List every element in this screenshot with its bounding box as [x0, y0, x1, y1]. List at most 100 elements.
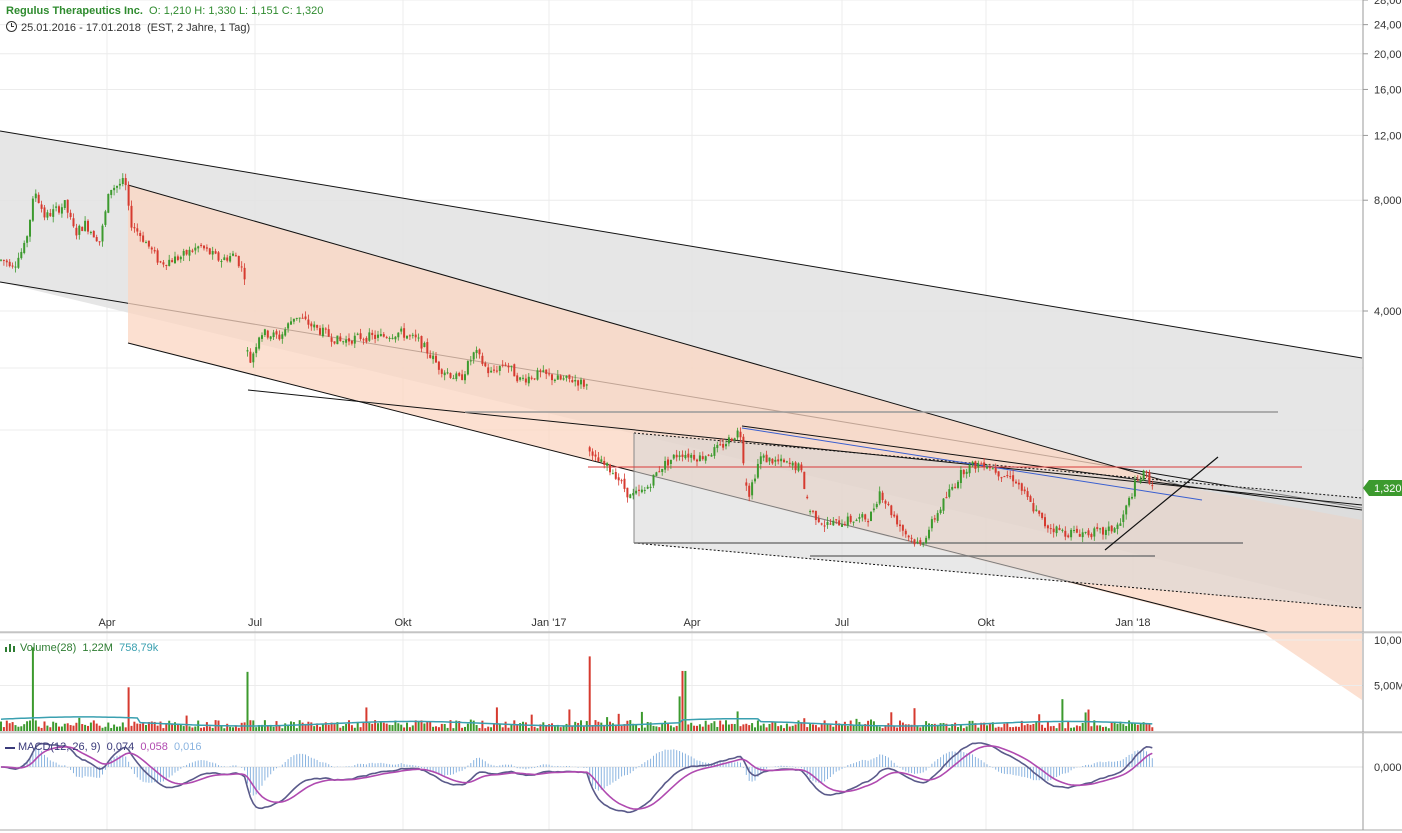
- candle-body: [5, 260, 8, 263]
- candle-body: [246, 350, 249, 352]
- volume-bar: [643, 727, 646, 731]
- candle-body: [562, 378, 565, 380]
- volume-bar: [1041, 724, 1044, 731]
- candle-body: [968, 464, 971, 474]
- candle-body: [208, 248, 211, 255]
- candle-body: [774, 459, 777, 462]
- volume-bar: [371, 723, 374, 731]
- candle-body: [643, 489, 646, 491]
- candle-body: [725, 444, 727, 447]
- candle-body: [359, 333, 362, 339]
- candle-body: [263, 329, 266, 336]
- volume-bar: [609, 721, 611, 731]
- macd-label: MACD(12, 26, 9): [18, 741, 101, 753]
- candle-body: [829, 523, 832, 525]
- volume-bar: [107, 722, 110, 731]
- volume-bar: [1145, 723, 1148, 731]
- volume-bar: [113, 724, 116, 731]
- candle-body: [37, 194, 40, 204]
- candle-body: [142, 235, 145, 242]
- candle-body: [156, 250, 159, 263]
- candle-body: [577, 380, 580, 386]
- volume-bar: [49, 727, 52, 731]
- candle-body: [406, 335, 408, 339]
- volume-bar: [600, 722, 603, 731]
- candle-body: [348, 338, 350, 342]
- candle-body: [417, 337, 420, 339]
- candle-body: [8, 261, 11, 267]
- candle-body: [139, 232, 142, 237]
- candle-body: [1006, 475, 1009, 477]
- candle-body: [11, 265, 14, 267]
- volume-legend[interactable]: Volume(28) 1,22M 758,79k: [5, 642, 158, 654]
- volume-bar: [43, 721, 46, 731]
- volume-bar: [617, 713, 620, 731]
- candle-body: [638, 489, 640, 491]
- candle-body: [907, 535, 910, 538]
- volume-bar: [1058, 723, 1061, 731]
- candle-body: [588, 447, 591, 452]
- candle-body: [98, 241, 101, 243]
- volume-bar: [701, 726, 704, 731]
- candle-body: [368, 332, 371, 341]
- candle-body: [1044, 517, 1046, 527]
- candle-body: [490, 370, 493, 373]
- candle-body: [374, 334, 377, 339]
- candle-body: [17, 257, 20, 268]
- volume-bar: [78, 717, 81, 731]
- volume-bar: [1049, 726, 1052, 731]
- candle-body: [1041, 512, 1044, 518]
- volume-bar: [1128, 720, 1131, 731]
- candle-body: [301, 317, 304, 319]
- volume-bar: [759, 725, 762, 731]
- stock-chart[interactable]: 28,00 24,00 20,00 16,00 12,00 8,000 4,000 1,32…: [0, 0, 1402, 833]
- candle-body: [1148, 472, 1151, 484]
- candle-body: [472, 352, 475, 360]
- candle-body: [977, 463, 980, 468]
- macd-value: 0,074: [106, 741, 135, 753]
- volume-bar: [240, 722, 243, 731]
- candle-body: [165, 265, 168, 267]
- volume-bar: [307, 721, 310, 731]
- candle-body: [733, 438, 736, 440]
- volume-bar: [1099, 725, 1102, 731]
- candle-body: [432, 355, 435, 360]
- macd-legend[interactable]: MACD(12, 26, 9) 0,074 0,058 0,016: [5, 741, 202, 753]
- volume-bar: [321, 723, 324, 731]
- candle-body: [107, 193, 110, 213]
- candle-body: [43, 207, 46, 218]
- volume-bar: [446, 727, 449, 731]
- candle-body: [145, 242, 147, 244]
- volume-bar: [626, 720, 629, 731]
- volume-bar: [411, 725, 414, 731]
- volume-bar: [669, 725, 672, 731]
- volume-bar: [1000, 727, 1003, 731]
- time-axis: Apr Jul Okt Jan '17 Apr Jul Okt Jan '18: [98, 617, 1150, 629]
- volume-bar: [377, 723, 379, 731]
- candle-body: [403, 328, 406, 338]
- vol-y-tick: 5,00M: [1374, 681, 1402, 693]
- volume-bar: [504, 721, 507, 731]
- volume-bar: [1107, 728, 1110, 731]
- volume-bar: [205, 722, 208, 731]
- volume-bar: [655, 726, 658, 731]
- candle-body: [1081, 532, 1084, 538]
- candle-body: [481, 355, 484, 365]
- volume-bar: [5, 720, 8, 731]
- volume-bar: [310, 722, 313, 731]
- candle-body: [791, 462, 794, 466]
- volume-bar: [565, 723, 568, 731]
- candle-body: [997, 471, 1000, 477]
- candle-body: [635, 490, 638, 494]
- candle-body: [559, 375, 562, 380]
- candle-body: [234, 255, 237, 257]
- candle-body: [84, 220, 87, 231]
- volume-bar: [34, 720, 37, 731]
- candle-body: [133, 227, 136, 229]
- candle-body: [391, 337, 394, 339]
- volume-bar: [719, 720, 722, 731]
- candle-body: [722, 443, 725, 448]
- candle-body: [785, 461, 788, 463]
- volume-bar: [835, 720, 838, 731]
- volume-bar: [237, 727, 240, 731]
